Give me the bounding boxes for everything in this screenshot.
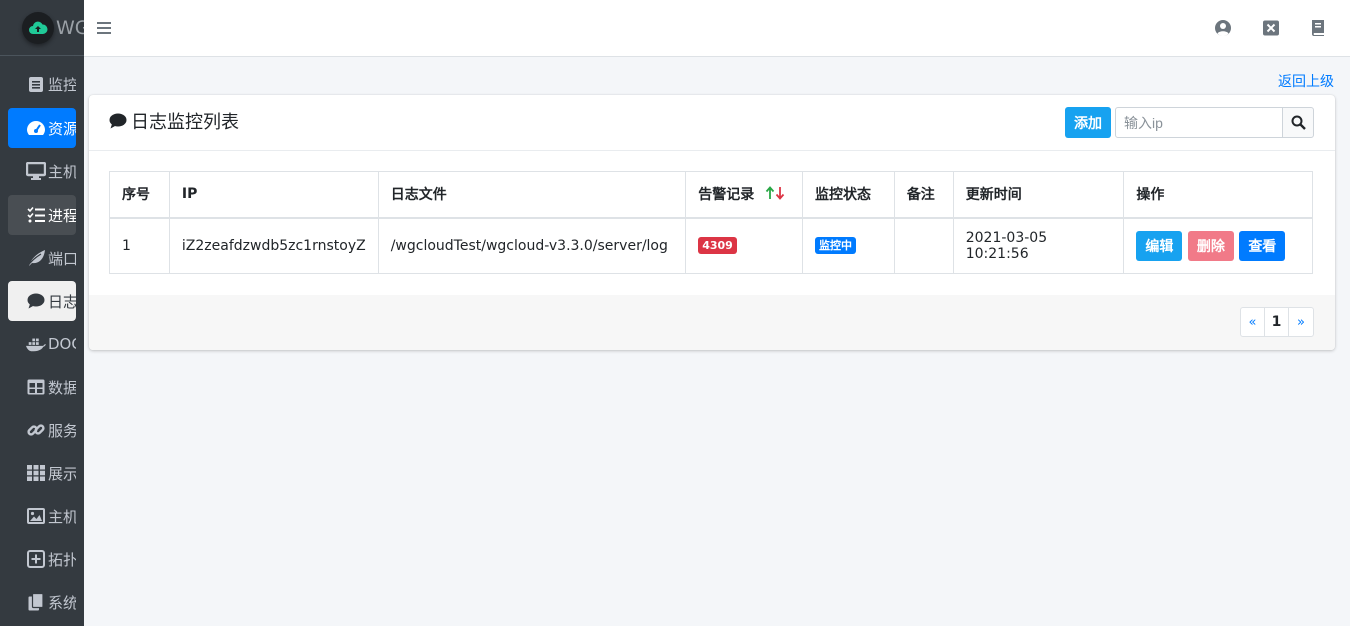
brand-text: WG bbox=[56, 16, 84, 39]
delete-button[interactable]: 删除 bbox=[1187, 230, 1234, 261]
cell-actions: 编辑 删除 查看 bbox=[1123, 217, 1313, 274]
col-alarm[interactable]: 告警记录 bbox=[685, 171, 803, 219]
sidebar-item-topology[interactable]: 拓扑 bbox=[8, 539, 76, 579]
page-title: 日志监控列表 bbox=[109, 108, 239, 134]
sidebar-item-label: 主机 bbox=[48, 507, 76, 526]
sidebar-item-host-screen[interactable]: 主机 bbox=[8, 496, 76, 536]
page-title-text: 日志监控列表 bbox=[131, 112, 239, 133]
plus-square-icon bbox=[26, 549, 46, 569]
log-table-wrapper: 序号 IP 日志文件 告警记录 监控状态 备注 更新时间 操作 1 iZ2zea… bbox=[109, 171, 1313, 274]
status-badge: 监控中 bbox=[815, 237, 856, 255]
cell-alarm: 4309 bbox=[685, 217, 803, 274]
sidebar-item-data[interactable]: 数据 bbox=[8, 367, 76, 407]
tasks-icon bbox=[26, 205, 46, 225]
sidebar-item-label: 服务 bbox=[48, 421, 76, 440]
view-button[interactable]: 查看 bbox=[1239, 230, 1286, 261]
sort-icon[interactable] bbox=[765, 186, 787, 201]
menu-toggle-icon[interactable] bbox=[96, 19, 112, 37]
sidebar-item-monitor[interactable]: 监控 bbox=[8, 64, 76, 104]
card-footer: « 1 » bbox=[89, 295, 1335, 350]
sidebar-item-docker[interactable]: DOCKER bbox=[8, 324, 76, 364]
link-icon bbox=[26, 420, 46, 440]
col-ip: IP bbox=[168, 171, 379, 219]
col-index: 序号 bbox=[109, 171, 170, 219]
monitor-icon bbox=[26, 161, 46, 181]
col-status: 监控状态 bbox=[802, 171, 895, 219]
sidebar-item-port[interactable]: 端口 bbox=[8, 238, 76, 278]
sidebar-item-label: 系统 bbox=[48, 593, 76, 612]
cell-status: 监控中 bbox=[802, 217, 895, 274]
col-actions: 操作 bbox=[1123, 171, 1313, 219]
dashboard-list-icon bbox=[26, 74, 46, 94]
pagination-prev[interactable]: « bbox=[1240, 307, 1265, 337]
edit-button[interactable]: 编辑 bbox=[1136, 230, 1183, 261]
cell-remark bbox=[893, 217, 954, 274]
search-icon bbox=[1291, 115, 1306, 130]
sidebar-item-display[interactable]: 展示 bbox=[8, 453, 76, 493]
back-link[interactable]: 返回上级 bbox=[1278, 71, 1334, 91]
close-box-icon[interactable] bbox=[1262, 19, 1280, 37]
table-icon bbox=[26, 377, 46, 397]
pagination-next[interactable]: » bbox=[1288, 307, 1314, 337]
sidebar-item-label: 展示 bbox=[48, 464, 76, 483]
sidebar-item-label: 进程 bbox=[48, 206, 76, 225]
cell-ip: iZ2zeafdzwdb5zc1rnstoyZ bbox=[168, 217, 379, 274]
col-alarm-label: 告警记录 bbox=[698, 187, 755, 204]
sidebar-item-label: 监控 bbox=[48, 75, 76, 94]
top-navbar bbox=[84, 0, 1350, 57]
cell-update-time: 2021-03-05 10:21:56 bbox=[952, 217, 1125, 274]
col-log-file: 日志文件 bbox=[377, 171, 687, 219]
copy-icon bbox=[26, 592, 46, 612]
image-icon bbox=[26, 506, 46, 526]
pagination-page-current[interactable]: 1 bbox=[1264, 307, 1289, 337]
log-monitor-card: 日志监控列表 添加 序号 IP 日志文件 告警记录 监控状态 备注 bbox=[89, 95, 1335, 350]
gauge-icon bbox=[26, 118, 46, 138]
docker-icon bbox=[26, 334, 46, 354]
sidebar-item-log[interactable]: 日志 bbox=[8, 281, 76, 321]
log-table: 序号 IP 日志文件 告警记录 监控状态 备注 更新时间 操作 1 iZ2zea… bbox=[109, 171, 1313, 274]
user-circle-icon[interactable] bbox=[1214, 19, 1232, 37]
sidebar-item-label: 资源 bbox=[48, 119, 76, 138]
sidebar-item-label: 日志 bbox=[48, 292, 76, 311]
comment-icon bbox=[26, 291, 46, 311]
comment-icon bbox=[109, 113, 127, 129]
sidebar-item-service[interactable]: 服务 bbox=[8, 410, 76, 450]
cloud-logo-icon bbox=[22, 11, 54, 44]
alarm-count-badge[interactable]: 4309 bbox=[698, 237, 737, 255]
ip-search-input[interactable] bbox=[1115, 107, 1283, 138]
card-header: 日志监控列表 添加 bbox=[89, 95, 1335, 151]
sidebar-item-label: 端口 bbox=[48, 249, 76, 268]
book-icon[interactable] bbox=[1309, 19, 1327, 37]
table-header-row: 序号 IP 日志文件 告警记录 监控状态 备注 更新时间 操作 bbox=[109, 171, 1313, 219]
cell-index: 1 bbox=[109, 217, 170, 274]
search-button[interactable] bbox=[1282, 107, 1314, 138]
cell-log-file: /wgcloudTest/wgcloud-v3.3.0/server/log bbox=[377, 217, 687, 274]
col-update-time: 更新时间 bbox=[952, 171, 1125, 219]
sidebar-item-resource[interactable]: 资源 bbox=[8, 108, 76, 148]
grid-icon bbox=[26, 463, 46, 483]
sidebar-item-label: 拓扑 bbox=[48, 550, 76, 569]
sidebar: WG 监控 资源 主机 进程 端口 日志 DOCKER 数据 服务 展示 bbox=[0, 0, 84, 626]
sidebar-item-system[interactable]: 系统 bbox=[8, 582, 76, 622]
sidebar-item-label: 数据 bbox=[48, 378, 76, 397]
table-row: 1 iZ2zeafdzwdb5zc1rnstoyZ /wgcloudTest/w… bbox=[109, 217, 1313, 274]
sidebar-item-label: 主机 bbox=[48, 162, 76, 181]
pagination: « 1 » bbox=[1240, 307, 1314, 337]
brand[interactable]: WG bbox=[0, 0, 84, 56]
leaf-icon bbox=[26, 248, 46, 268]
sidebar-item-process[interactable]: 进程 bbox=[8, 195, 76, 235]
sidebar-item-label: DOCKER bbox=[48, 335, 76, 353]
sidebar-item-host[interactable]: 主机 bbox=[8, 151, 76, 191]
col-remark: 备注 bbox=[893, 171, 954, 219]
add-button[interactable]: 添加 bbox=[1065, 107, 1111, 138]
